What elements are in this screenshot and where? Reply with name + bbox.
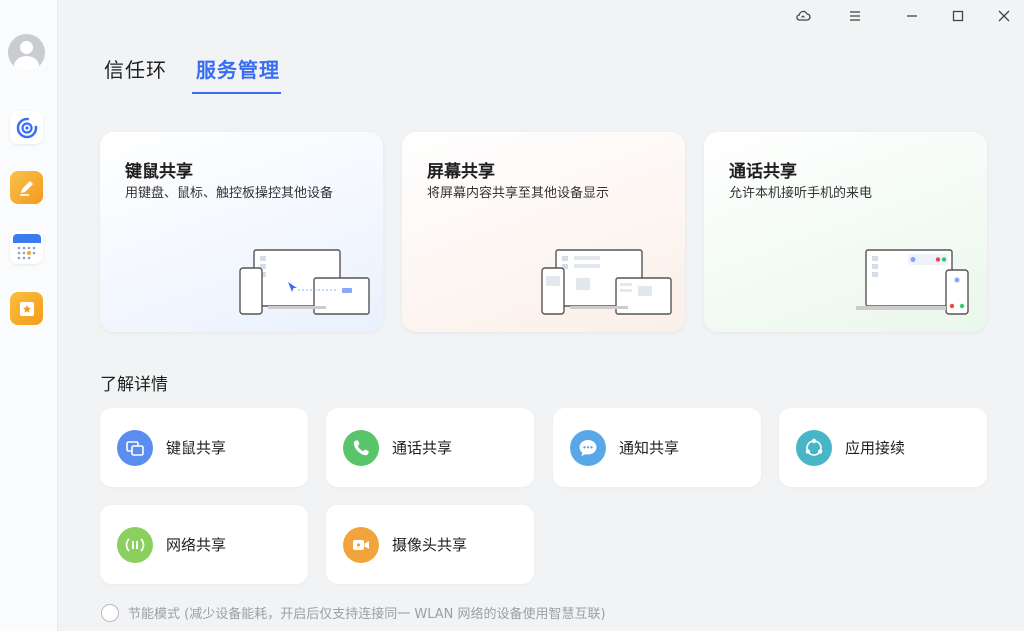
energy-saving-label: 节能模式 (减少设备能耗，开启后仅支持连接同一 WLAN 网络的设备使用智慧互联… bbox=[128, 607, 606, 622]
sidebar bbox=[0, 0, 58, 631]
notes-app-icon[interactable] bbox=[10, 171, 43, 204]
section-title-learn-more: 了解详情 bbox=[100, 375, 168, 395]
feature-card-desc: 用键盘、鼠标、触控板操控其他设备 bbox=[125, 186, 334, 201]
favorites-app-icon[interactable] bbox=[10, 292, 43, 325]
active-tab-indicator bbox=[192, 92, 281, 94]
phone-icon bbox=[343, 430, 379, 466]
detail-card-label: 网络共享 bbox=[166, 536, 227, 554]
screen-share-illustration bbox=[541, 249, 672, 315]
detail-card-label: 通话共享 bbox=[392, 439, 453, 457]
camera-icon bbox=[343, 527, 379, 563]
detail-card-label: 摄像头共享 bbox=[392, 536, 468, 554]
detail-card-app-continue[interactable]: 应用接续 bbox=[779, 408, 987, 487]
feature-card-title: 屏幕共享 bbox=[427, 162, 495, 182]
detail-card-label: 键鼠共享 bbox=[166, 439, 227, 457]
close-icon[interactable] bbox=[992, 4, 1016, 28]
feature-card-desc: 允许本机接听手机的来电 bbox=[729, 186, 873, 201]
detail-card-label: 通知共享 bbox=[619, 439, 680, 457]
minimize-icon[interactable] bbox=[900, 4, 924, 28]
detail-card-label: 应用接续 bbox=[845, 439, 906, 457]
detail-card-call-share[interactable]: 通话共享 bbox=[326, 408, 534, 487]
network-icon bbox=[117, 527, 153, 563]
app-continue-icon bbox=[796, 430, 832, 466]
feature-card-screen-share[interactable]: 屏幕共享 将屏幕内容共享至其他设备显示 bbox=[402, 132, 685, 332]
avatar[interactable] bbox=[8, 34, 45, 71]
feature-card-desc: 将屏幕内容共享至其他设备显示 bbox=[427, 186, 610, 201]
chat-bubble-icon bbox=[570, 430, 606, 466]
energy-saving-option[interactable]: 节能模式 (减少设备能耗，开启后仅支持连接同一 WLAN 网络的设备使用智慧互联… bbox=[101, 603, 606, 622]
energy-saving-radio[interactable] bbox=[101, 603, 119, 622]
menu-icon[interactable] bbox=[843, 4, 867, 28]
feature-card-keyboard-mouse[interactable]: 键鼠共享 用键盘、鼠标、触控板操控其他设备 bbox=[100, 132, 383, 332]
detail-card-network-share[interactable]: 网络共享 bbox=[100, 505, 308, 584]
calendar-app-icon[interactable] bbox=[10, 231, 43, 264]
title-bar bbox=[58, 0, 1024, 32]
feature-card-call-share[interactable]: 通话共享 允许本机接听手机的来电 bbox=[704, 132, 987, 332]
keyboard-mouse-icon bbox=[117, 430, 153, 466]
detail-card-camera-share[interactable]: 摄像头共享 bbox=[326, 505, 534, 584]
tab-trust-ring[interactable]: 信任环 bbox=[104, 54, 167, 83]
detail-card-notification-share[interactable]: 通知共享 bbox=[553, 408, 761, 487]
feature-card-title: 键鼠共享 bbox=[125, 162, 193, 182]
tab-service-management[interactable]: 服务管理 bbox=[196, 54, 280, 83]
feature-card-title: 通话共享 bbox=[729, 162, 797, 182]
cloud-sync-icon[interactable] bbox=[791, 4, 815, 28]
orbit-app-icon[interactable] bbox=[10, 111, 43, 144]
maximize-icon[interactable] bbox=[946, 4, 970, 28]
keyboard-mouse-illustration bbox=[239, 249, 370, 315]
call-share-illustration bbox=[856, 249, 969, 315]
detail-card-keyboard-mouse[interactable]: 键鼠共享 bbox=[100, 408, 308, 487]
